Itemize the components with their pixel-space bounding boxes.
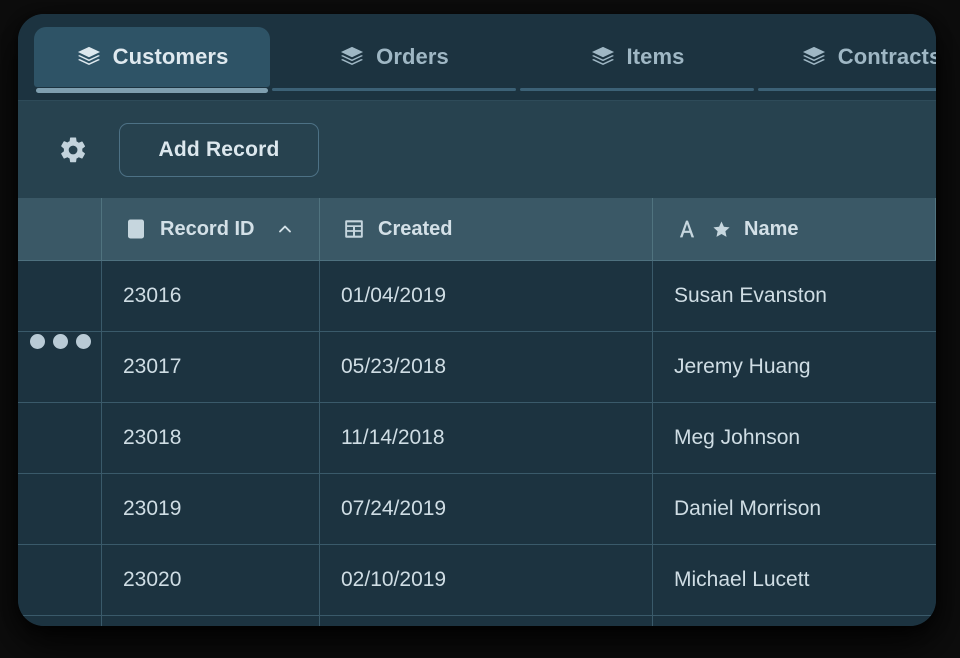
row-menu-ellipsis[interactable] [18, 334, 102, 349]
table-row[interactable]: 23019 07/24/2019 Daniel Morrison [18, 474, 936, 545]
grid-header-row: Record ID Created [18, 198, 936, 261]
column-header-created[interactable]: Created [320, 198, 653, 260]
row-gutter-cell[interactable] [18, 616, 102, 626]
tab-bar: Customers Orders [18, 14, 936, 100]
tab-label: Contracts [838, 44, 936, 70]
table-row[interactable]: 23018 11/14/2018 Meg Johnson [18, 403, 936, 474]
ellipsis-dot [76, 334, 91, 349]
layers-icon [801, 44, 827, 70]
row-gutter-cell[interactable] [18, 403, 102, 473]
tab-label: Customers [113, 44, 229, 70]
cell-created[interactable]: 05/23/2018 [320, 332, 653, 402]
grid-icon [342, 217, 366, 241]
tab-underline [520, 88, 754, 91]
column-header-name[interactable]: Name [653, 198, 936, 260]
layers-icon [76, 44, 102, 70]
screen: Customers Orders [0, 0, 960, 658]
cell-name[interactable]: Susan Evanston [653, 261, 936, 331]
tab-label: Orders [376, 44, 449, 70]
data-grid: Record ID Created [18, 198, 936, 626]
tab-customers[interactable]: Customers [34, 27, 270, 87]
cell-record-id[interactable]: 23017 [102, 332, 320, 402]
row-gutter-cell[interactable] [18, 545, 102, 615]
column-header-label: Record ID [160, 218, 254, 241]
column-header-record-id[interactable]: Record ID [102, 198, 320, 260]
app-card: Customers Orders [18, 14, 936, 626]
table-row[interactable]: 23016 01/04/2019 Susan Evanston [18, 261, 936, 332]
table-row[interactable]: 23017 05/23/2018 Jeremy Huang [18, 332, 936, 403]
cell-record-id[interactable]: 23018 [102, 403, 320, 473]
ellipsis-dot [53, 334, 68, 349]
chevron-up-icon[interactable] [275, 219, 297, 239]
cell-name[interactable] [653, 616, 936, 626]
add-record-button[interactable]: Add Record [119, 123, 319, 177]
cell-created[interactable] [320, 616, 653, 626]
row-gutter-cell[interactable] [18, 474, 102, 544]
cell-record-id[interactable] [102, 616, 320, 626]
layers-icon [339, 44, 365, 70]
toolbar: Add Record [18, 100, 936, 198]
star-icon [711, 219, 732, 240]
cell-record-id[interactable]: 23016 [102, 261, 320, 331]
cell-created[interactable]: 02/10/2019 [320, 545, 653, 615]
text-a-icon [675, 217, 699, 241]
tab-contracts[interactable]: Contracts [756, 27, 936, 87]
cell-name[interactable]: Jeremy Huang [653, 332, 936, 402]
cell-name[interactable]: Daniel Morrison [653, 474, 936, 544]
gutter-header-cell [18, 198, 102, 260]
row-gutter-cell[interactable] [18, 261, 102, 331]
cell-record-id[interactable]: 23020 [102, 545, 320, 615]
gear-icon[interactable] [56, 133, 90, 167]
hash-icon [124, 217, 148, 241]
column-header-label: Name [744, 218, 798, 241]
cell-name[interactable]: Meg Johnson [653, 403, 936, 473]
column-header-label: Created [378, 218, 452, 241]
cell-name[interactable]: Michael Lucett [653, 545, 936, 615]
tab-orders[interactable]: Orders [270, 27, 518, 87]
cell-created[interactable]: 11/14/2018 [320, 403, 653, 473]
grid-body: 23016 01/04/2019 Susan Evanston 23017 05… [18, 261, 936, 626]
cell-created[interactable]: 01/04/2019 [320, 261, 653, 331]
tab-underline [758, 88, 936, 91]
tab-underline [272, 88, 516, 91]
table-row[interactable]: 23020 02/10/2019 Michael Lucett [18, 545, 936, 616]
cell-record-id[interactable]: 23019 [102, 474, 320, 544]
tab-items[interactable]: Items [518, 27, 756, 87]
cell-created[interactable]: 07/24/2019 [320, 474, 653, 544]
layers-icon [590, 44, 616, 70]
table-row[interactable] [18, 616, 936, 626]
tab-active-underline [36, 88, 268, 93]
tab-label: Items [627, 44, 685, 70]
ellipsis-dot [30, 334, 45, 349]
